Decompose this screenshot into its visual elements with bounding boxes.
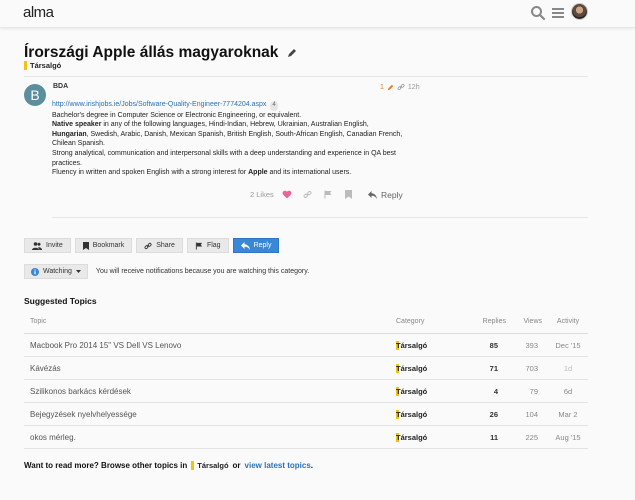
post-reply-label: Reply — [381, 190, 403, 200]
link-click-count: 4 — [270, 101, 278, 111]
site-logo[interactable]: alma — [23, 4, 54, 21]
col-category: Category — [396, 318, 425, 325]
site-header: alma — [0, 0, 635, 28]
row-replies: 11 — [490, 433, 498, 442]
topic-footer-buttons: Invite Bookmark Share Flag Reply — [24, 238, 280, 253]
row-activity[interactable]: Mar 2 — [550, 410, 586, 419]
table-row[interactable]: okos mérleg. Társalgó 11 225 Aug '15 — [24, 426, 588, 449]
notification-level-dropdown[interactable]: Watching — [24, 264, 88, 279]
col-views[interactable]: Views — [512, 318, 542, 325]
reply-button[interactable]: Reply — [232, 238, 280, 253]
reply-icon — [368, 191, 377, 199]
pencil-icon[interactable] — [287, 48, 297, 58]
row-activity[interactable]: 1d — [550, 364, 586, 373]
post-line: Fluency in written and spoken English wi… — [52, 169, 352, 177]
post-line: Strong analytical, communication and int… — [52, 149, 396, 167]
post-count: 1 — [380, 83, 384, 91]
topic-title-row: Írországi Apple állás magyaroknak — [24, 44, 297, 62]
row-replies: 71 — [489, 364, 498, 373]
topic-link[interactable]: Macbook Pro 2014 15" VS Dell VS Lenovo — [30, 341, 181, 350]
like-count[interactable]: 2 Likes — [250, 190, 274, 199]
notification-level-label: Watching — [43, 268, 72, 275]
post-meta: 1 12h — [380, 83, 420, 91]
table-row[interactable]: Kávézás Társalgó 71 703 1d — [24, 357, 588, 380]
footer-category-badge[interactable]: Társalgó — [191, 461, 229, 470]
row-activity[interactable]: 6d — [550, 387, 586, 396]
flag-button[interactable]: Flag — [186, 238, 229, 253]
heart-icon[interactable] — [282, 190, 292, 199]
col-activity[interactable]: Activity — [550, 318, 586, 325]
flag-icon[interactable] — [324, 190, 332, 199]
topic-link[interactable]: Kávézás — [30, 364, 61, 373]
bookmark-icon — [82, 241, 89, 250]
table-row[interactable]: Macbook Pro 2014 15" VS Dell VS Lenovo T… — [24, 334, 588, 357]
divider — [52, 217, 588, 218]
row-replies: 26 — [489, 410, 498, 419]
reply-icon — [240, 241, 250, 250]
post-actions: 2 Likes — [250, 190, 352, 199]
topic-link[interactable]: okos mérleg. — [30, 433, 76, 442]
menu-icon[interactable] — [550, 5, 566, 21]
pencil-icon[interactable] — [387, 84, 394, 91]
post-age[interactable]: 12h — [408, 84, 420, 91]
row-views: 104 — [525, 410, 538, 419]
suggested-topics-heading: Suggested Topics — [24, 296, 97, 306]
table-row[interactable]: Bejegyzések nyelvhelyessége Társalgó 26 … — [24, 403, 588, 426]
notification-note: You will receive notifications because y… — [95, 268, 310, 275]
col-topic: Topic — [30, 318, 47, 325]
divider — [24, 76, 588, 77]
row-views: 79 — [529, 387, 538, 396]
topic-category-label: Társalgó — [30, 61, 62, 70]
link-icon[interactable] — [397, 83, 405, 91]
col-replies[interactable]: Replies — [462, 318, 506, 325]
info-icon — [31, 267, 39, 276]
post-body: http://www.irishjobs.ie/Jobs/Software-Qu… — [52, 100, 422, 178]
link-icon[interactable] — [303, 190, 312, 199]
row-activity[interactable]: Aug '15 — [550, 433, 586, 442]
more-topics-footer: Want to read more? Browse other topics i… — [24, 461, 314, 470]
post-line: Bachelor's degree in Computer Science or… — [52, 111, 302, 119]
users-icon — [32, 241, 42, 250]
table-row[interactable]: Szilikonos barkács kérdések Társalgó 4 7… — [24, 380, 588, 403]
topic-category-badge[interactable]: Társalgó — [24, 61, 61, 70]
bookmark-button[interactable]: Bookmark — [74, 238, 133, 253]
category-color-bar — [24, 61, 27, 70]
bookmark-icon[interactable] — [344, 190, 352, 199]
invite-button[interactable]: Invite — [24, 238, 71, 253]
row-activity[interactable]: Dec '15 — [550, 341, 586, 350]
notification-row: Watching You will receive notifications … — [24, 264, 309, 279]
topic-link[interactable]: Szilikonos barkács kérdések — [30, 387, 131, 396]
post-line: Native speaker in any of the following l… — [52, 121, 369, 129]
caret-down-icon — [75, 270, 81, 273]
share-button[interactable]: Share — [136, 238, 183, 253]
topic-title[interactable]: Írországi Apple állás magyaroknak — [24, 44, 278, 61]
row-replies: 85 — [489, 341, 498, 350]
search-icon[interactable] — [530, 5, 546, 21]
footer-prefix: Want to read more? Browse other topics i… — [24, 461, 188, 470]
flag-icon — [195, 241, 203, 250]
row-views: 225 — [525, 433, 538, 442]
link-icon — [144, 242, 152, 249]
post-author-name[interactable]: BDA — [53, 83, 68, 90]
topic-link[interactable]: Bejegyzések nyelvhelyessége — [30, 410, 137, 419]
user-avatar[interactable] — [571, 3, 588, 20]
row-views: 703 — [525, 364, 538, 373]
footer-or: or — [232, 461, 241, 470]
post-link[interactable]: http://www.irishjobs.ie/Jobs/Software-Qu… — [52, 101, 266, 108]
row-views: 393 — [525, 341, 538, 350]
suggested-table-header: Topic Category Replies Views Activity — [24, 318, 588, 334]
post-reply-button[interactable]: Reply — [368, 190, 403, 200]
post-line: Hungarian, Swedish, Arabic, Danish, Mexi… — [52, 130, 403, 148]
row-replies: 4 — [493, 387, 498, 396]
post-author-avatar[interactable]: B — [24, 84, 46, 106]
view-latest-link[interactable]: view latest topics — [245, 461, 311, 470]
